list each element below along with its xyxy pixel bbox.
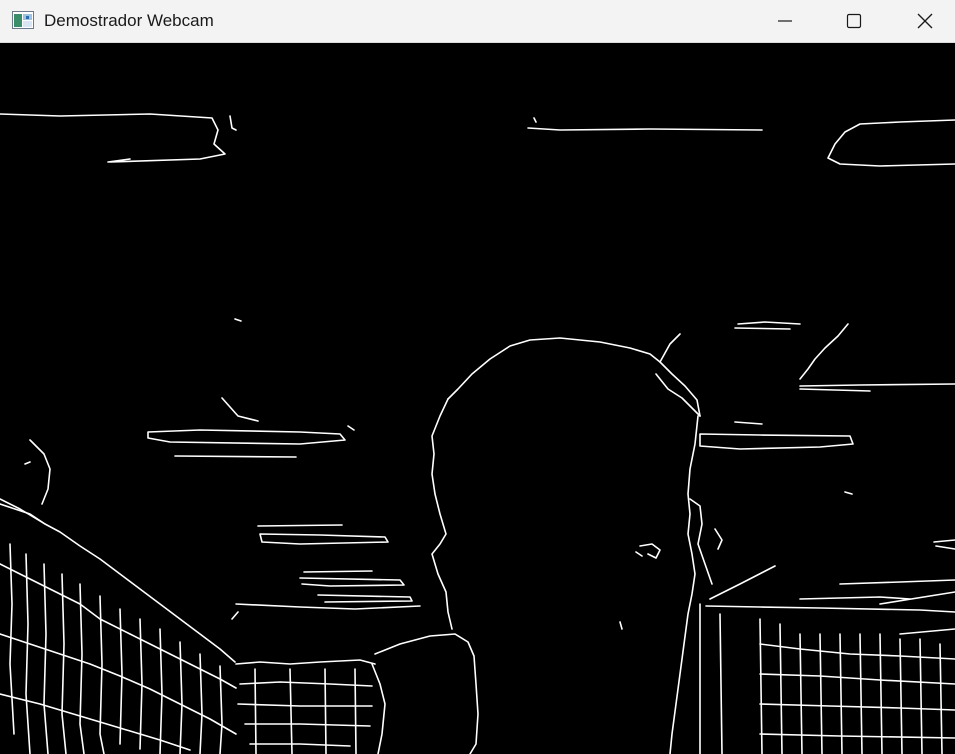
close-button[interactable] bbox=[902, 0, 948, 42]
edge-bookcase-verticals bbox=[9, 543, 223, 754]
edge-light-right-2 bbox=[699, 433, 854, 450]
maximize-button[interactable] bbox=[831, 0, 877, 42]
edge-center-lower bbox=[235, 659, 376, 747]
edge-head-outline bbox=[447, 337, 701, 754]
edge-light-right-9 bbox=[709, 565, 776, 600]
edge-head-right-detail bbox=[655, 333, 701, 417]
edge-ceiling-light-right bbox=[827, 119, 955, 167]
title-bar[interactable]: Demostrador Webcam bbox=[0, 0, 955, 43]
app-window-icon bbox=[12, 11, 34, 29]
edge-light-lower-left-2 bbox=[299, 570, 405, 587]
minimize-icon bbox=[778, 20, 792, 22]
edge-light-right-6 bbox=[844, 491, 853, 495]
edge-light-right-3 bbox=[799, 383, 955, 392]
edge-shelves-right-2 bbox=[759, 643, 955, 739]
edge-ceiling-light-left bbox=[0, 113, 237, 163]
edge-small-mark bbox=[347, 425, 355, 431]
edge-light-right-1 bbox=[734, 321, 801, 330]
app-window: Demostrador Webcam bbox=[0, 0, 955, 754]
edge-light-mid-left-2 bbox=[174, 455, 297, 458]
edge-light-lower-left-3 bbox=[317, 594, 413, 603]
edge-ceiling-light-middle bbox=[527, 117, 763, 131]
close-icon bbox=[917, 13, 933, 29]
edge-shelves-left bbox=[0, 498, 236, 663]
edge-shoulder bbox=[371, 633, 479, 754]
edge-light-right-5 bbox=[734, 421, 763, 425]
edge-shelves-right bbox=[699, 603, 943, 754]
edge-light-lower-left-4 bbox=[231, 603, 421, 620]
webcam-frame bbox=[0, 44, 955, 754]
edge-light-right-4 bbox=[799, 323, 849, 380]
edge-detection-frame bbox=[0, 113, 955, 754]
edge-face-detail-2 bbox=[619, 621, 623, 630]
window-title: Demostrador Webcam bbox=[44, 11, 214, 30]
minimize-button[interactable] bbox=[762, 0, 808, 42]
edge-small-mark bbox=[221, 397, 259, 422]
edge-light-lower-left bbox=[257, 524, 389, 545]
edge-light-mid-left bbox=[147, 429, 346, 445]
maximize-icon bbox=[846, 13, 862, 29]
edge-small-mark bbox=[234, 318, 242, 322]
edge-head-left bbox=[431, 398, 453, 630]
edge-face-detail bbox=[635, 543, 661, 559]
edge-light-right-7 bbox=[933, 539, 955, 550]
edge-light-right-8 bbox=[705, 579, 955, 613]
